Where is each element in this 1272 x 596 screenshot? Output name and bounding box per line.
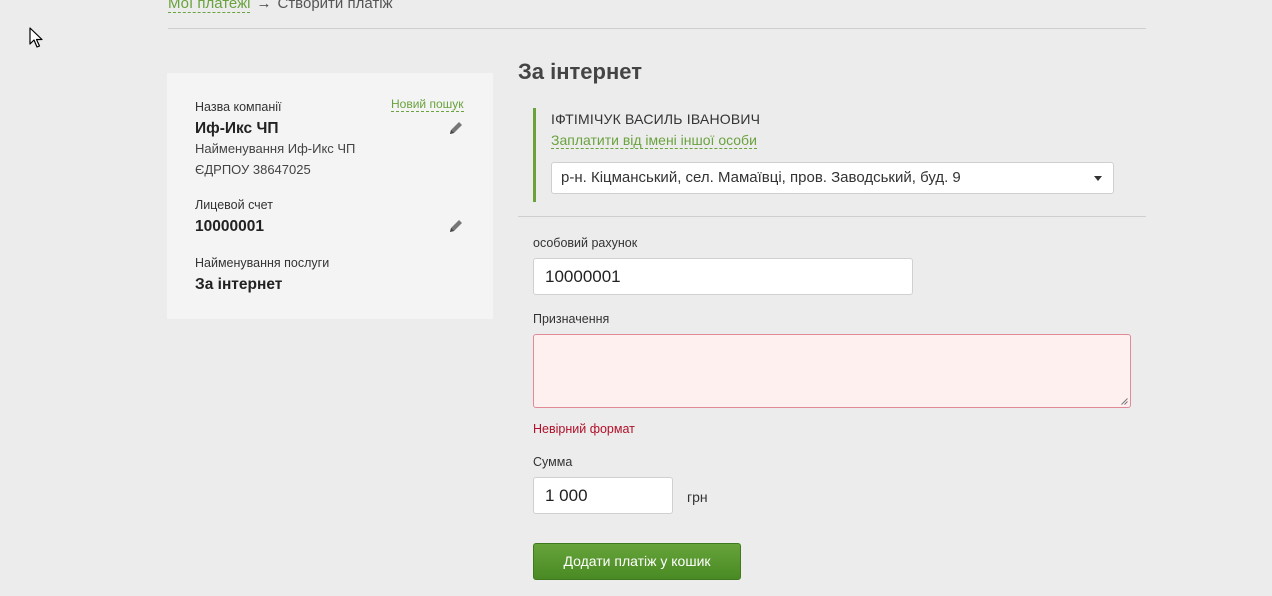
breadcrumb-separator: → bbox=[256, 0, 272, 12]
currency-label: грн bbox=[687, 489, 708, 505]
account-value: 10000001 bbox=[195, 218, 264, 235]
resize-grip-icon[interactable] bbox=[1121, 398, 1128, 405]
personal-account-input[interactable]: 10000001 bbox=[533, 258, 913, 295]
purpose-error-message: Невірний формат bbox=[533, 422, 635, 436]
payer-block: ІФТІМІЧУК ВАСИЛЬ ІВАНОВИЧ Заплатити від … bbox=[533, 108, 1136, 202]
edit-company-pencil-icon[interactable] bbox=[448, 120, 464, 136]
service-label: Найменування послуги bbox=[195, 256, 330, 270]
page-title: За інтернет bbox=[518, 59, 642, 84]
company-name: Иф-Икс ЧП bbox=[195, 120, 279, 137]
account-label: Лицевой счет bbox=[195, 198, 273, 212]
mouse-cursor-icon bbox=[29, 27, 43, 48]
payer-name: ІФТІМІЧУК ВАСИЛЬ ІВАНОВИЧ bbox=[551, 111, 761, 127]
divider bbox=[518, 216, 1146, 217]
new-search-link[interactable]: Новий пошук bbox=[391, 97, 464, 112]
personal-account-label: особовий рахунок bbox=[533, 236, 638, 250]
service-value: За інтернет bbox=[195, 276, 283, 293]
purpose-label: Призначення bbox=[533, 312, 610, 326]
purpose-textarea[interactable] bbox=[533, 334, 1131, 408]
company-fullname: Найменування Иф-Икс ЧП bbox=[195, 141, 356, 156]
pay-for-other-link[interactable]: Заплатити від імені іншої особи bbox=[551, 132, 757, 149]
company-label: Назва компанії bbox=[195, 100, 282, 114]
amount-input[interactable]: 1 000 bbox=[533, 477, 673, 514]
breadcrumb: Мої платежі → Створити платіж bbox=[168, 0, 393, 13]
amount-label: Сумма bbox=[533, 455, 573, 469]
edit-account-pencil-icon[interactable] bbox=[448, 218, 464, 234]
page: Мої платежі → Створити платіж Назва компан… bbox=[0, 0, 1272, 596]
caret-down-icon bbox=[1094, 176, 1102, 181]
divider bbox=[168, 28, 1146, 29]
company-summary-card: Назва компанії Новий пошук Иф-Икс ЧП Най… bbox=[167, 73, 493, 319]
address-selected-value: р-н. Кіцманський, сел. Мамаївці, пров. З… bbox=[561, 169, 961, 186]
breadcrumb-current: Створити платіж bbox=[277, 0, 393, 12]
breadcrumb-link-my-payments[interactable]: Мої платежі bbox=[168, 0, 251, 13]
address-select[interactable]: р-н. Кіцманський, сел. Мамаївці, пров. З… bbox=[551, 162, 1114, 194]
company-edrpou: ЄДРПОУ 38647025 bbox=[195, 162, 311, 177]
add-to-cart-button[interactable]: Додати платіж у кошик bbox=[533, 543, 741, 580]
